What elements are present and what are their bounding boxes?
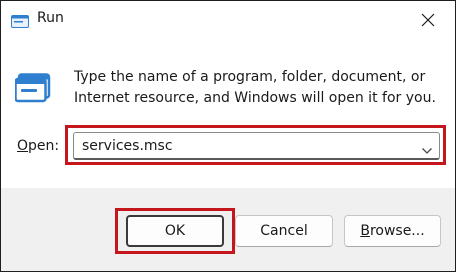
run-dialog: Run Type the name of a program, folder, …: [0, 0, 456, 272]
browse-label: rowse...: [369, 223, 425, 239]
run-dialog-icon: [11, 13, 29, 28]
window-title: Run: [37, 10, 64, 26]
open-label: Open:: [17, 138, 59, 154]
open-label-mnemonic: O: [17, 138, 29, 154]
title-bar[interactable]: Run: [1, 1, 455, 41]
close-icon: [421, 13, 435, 27]
input-highlight-box: [65, 125, 446, 165]
cancel-button[interactable]: Cancel: [235, 215, 333, 247]
close-button[interactable]: [405, 3, 451, 37]
browse-mnemonic: B: [360, 223, 370, 239]
run-dialog-icon: [14, 73, 51, 103]
browse-button[interactable]: Browse...: [344, 215, 441, 247]
ok-highlight-box: [115, 208, 235, 254]
open-label-text: pen:: [28, 138, 60, 154]
run-description: Type the name of a program, folder, docu…: [74, 69, 436, 106]
